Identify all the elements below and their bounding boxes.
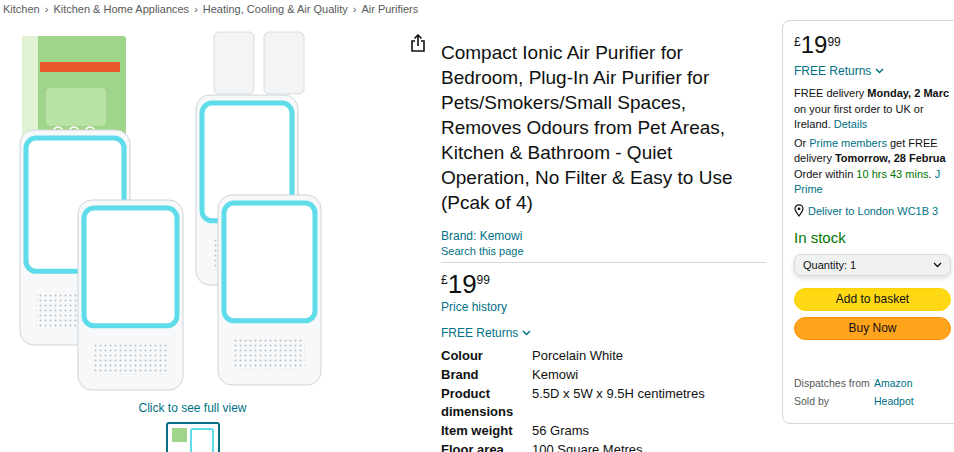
delivery-line: FREE delivery Monday, 2 Marc [794,86,951,102]
buy-box: £ 19 99 FREE Returns FREE delivery Monda… [782,20,954,424]
spec-label: Product dimensions [441,385,529,421]
text-segment: FREE delivery [794,87,867,99]
breadcrumb-item[interactable]: Air Purifiers [361,2,418,18]
price: £ 19 99 [441,269,766,299]
main-area: Click to see full view Compact Ionic Air… [0,18,954,452]
spec-value: 56 Grams [532,422,766,440]
product-page: Kitchen› Kitchen & Home Appliances› Heat… [0,0,954,452]
text-segment: Tomorrow, 28 Februa [835,152,946,164]
spec-value: Kemowi [532,366,766,384]
text-segment: Or [794,137,809,149]
text-segment[interactable]: Details [834,118,868,130]
prime-line: Prime [794,182,951,198]
spec-label: Brand [441,366,529,384]
add-to-basket-button[interactable]: Add to basket [794,288,951,311]
seller-value[interactable]: Amazon [874,376,951,391]
prime-line: delivery Tomorrow, 28 Februa [794,151,951,167]
price-currency: £ [441,269,448,288]
stock-status: In stock [794,228,951,248]
seller-label: Sold by [794,394,874,409]
product-image[interactable] [18,28,368,393]
text-segment: Order within [794,168,856,180]
text-segment: on your first order to UK or [794,103,924,115]
thumbnail[interactable] [166,422,220,452]
text-segment[interactable]: Prime [794,183,823,195]
returns-link[interactable]: FREE Returns [794,63,951,79]
breadcrumb-item[interactable]: Kitchen [3,2,40,18]
spec-label: Floor area [441,441,529,452]
returns-link[interactable]: FREE Returns [441,325,766,341]
prime-line: Or Prime members get FREE [794,136,951,152]
prime-line: Order within 10 hrs 43 mins. J [794,167,951,183]
seller-label: Dispatches from [794,376,874,391]
price-history-link[interactable]: Price history [441,299,766,315]
spec-table: Colour Porcelain WhiteBrand KemowiProduc… [441,347,766,452]
breadcrumb: Kitchen› Kitchen & Home Appliances› Heat… [0,0,954,18]
buybox-price: £ 19 99 [794,31,951,59]
text-segment: get FREE [887,137,938,149]
text-segment: . [929,168,935,180]
breadcrumb-item[interactable]: Kitchen & Home Appliances [53,2,189,18]
text-segment: Ireland. [794,118,834,130]
product-title: Compact Ionic Air Purifier for Bedroom, … [441,40,766,215]
prime-info: Or Prime members get FREEdelivery Tomorr… [794,136,951,198]
text-segment[interactable]: Prime members [809,137,887,149]
price-whole: 19 [448,269,477,299]
text-segment: 10 hrs 43 mins [856,168,928,180]
spec-value: 100 Square Metres [532,441,766,452]
delivery-info: FREE delivery Monday, 2 Marcon your firs… [794,86,951,133]
chevron-down-icon [933,262,942,268]
share-icon[interactable] [410,34,426,52]
chevron-down-icon [875,68,884,74]
breadcrumb-item[interactable]: Heating, Cooling & Air Quality [203,2,348,18]
location-pin-icon [794,204,804,217]
thumbnail-strip [166,422,220,452]
full-view-link[interactable]: Click to see full view [138,400,246,416]
price-whole: 19 [801,31,828,59]
seller-value[interactable]: Headpot [874,394,951,409]
price-currency: £ [794,31,801,50]
product-details: Compact Ionic Air Purifier for Bedroom, … [441,40,766,452]
brand-link[interactable]: Brand: Kemowi [441,228,766,244]
breadcrumb-separator: › [194,2,198,18]
text-segment: Monday, 2 Marc [867,87,949,99]
chevron-down-icon [522,330,531,336]
seller-info: Dispatches from AmazonSold by Headpot [794,376,951,409]
delivery-line: on your first order to UK or [794,102,951,118]
text-segment[interactable]: J [935,168,941,180]
price-fraction: 99 [827,31,840,50]
quantity-dropdown[interactable]: Quantity: 1 [794,254,951,276]
gallery: Click to see full view [15,28,370,452]
share-button[interactable] [410,34,430,56]
spec-value: Porcelain White [532,347,766,365]
divider [441,262,766,263]
purchase-buttons: Add to basket Buy Now [794,288,951,340]
spec-label: Colour [441,347,529,365]
breadcrumb-separator: › [353,2,357,18]
spec-value: 5.5D x 5W x 9.5H centimetres [532,385,766,421]
spec-label: Item weight [441,422,529,440]
delivery-line: Ireland. Details [794,117,951,133]
search-page-link[interactable]: Search this page [441,244,766,258]
deliver-to-link[interactable]: Deliver to London WC1B 3 [794,203,951,219]
breadcrumb-separator: › [45,2,49,18]
buy-now-button[interactable]: Buy Now [794,317,951,340]
text-segment: delivery [794,152,835,164]
price-fraction: 99 [477,269,490,288]
